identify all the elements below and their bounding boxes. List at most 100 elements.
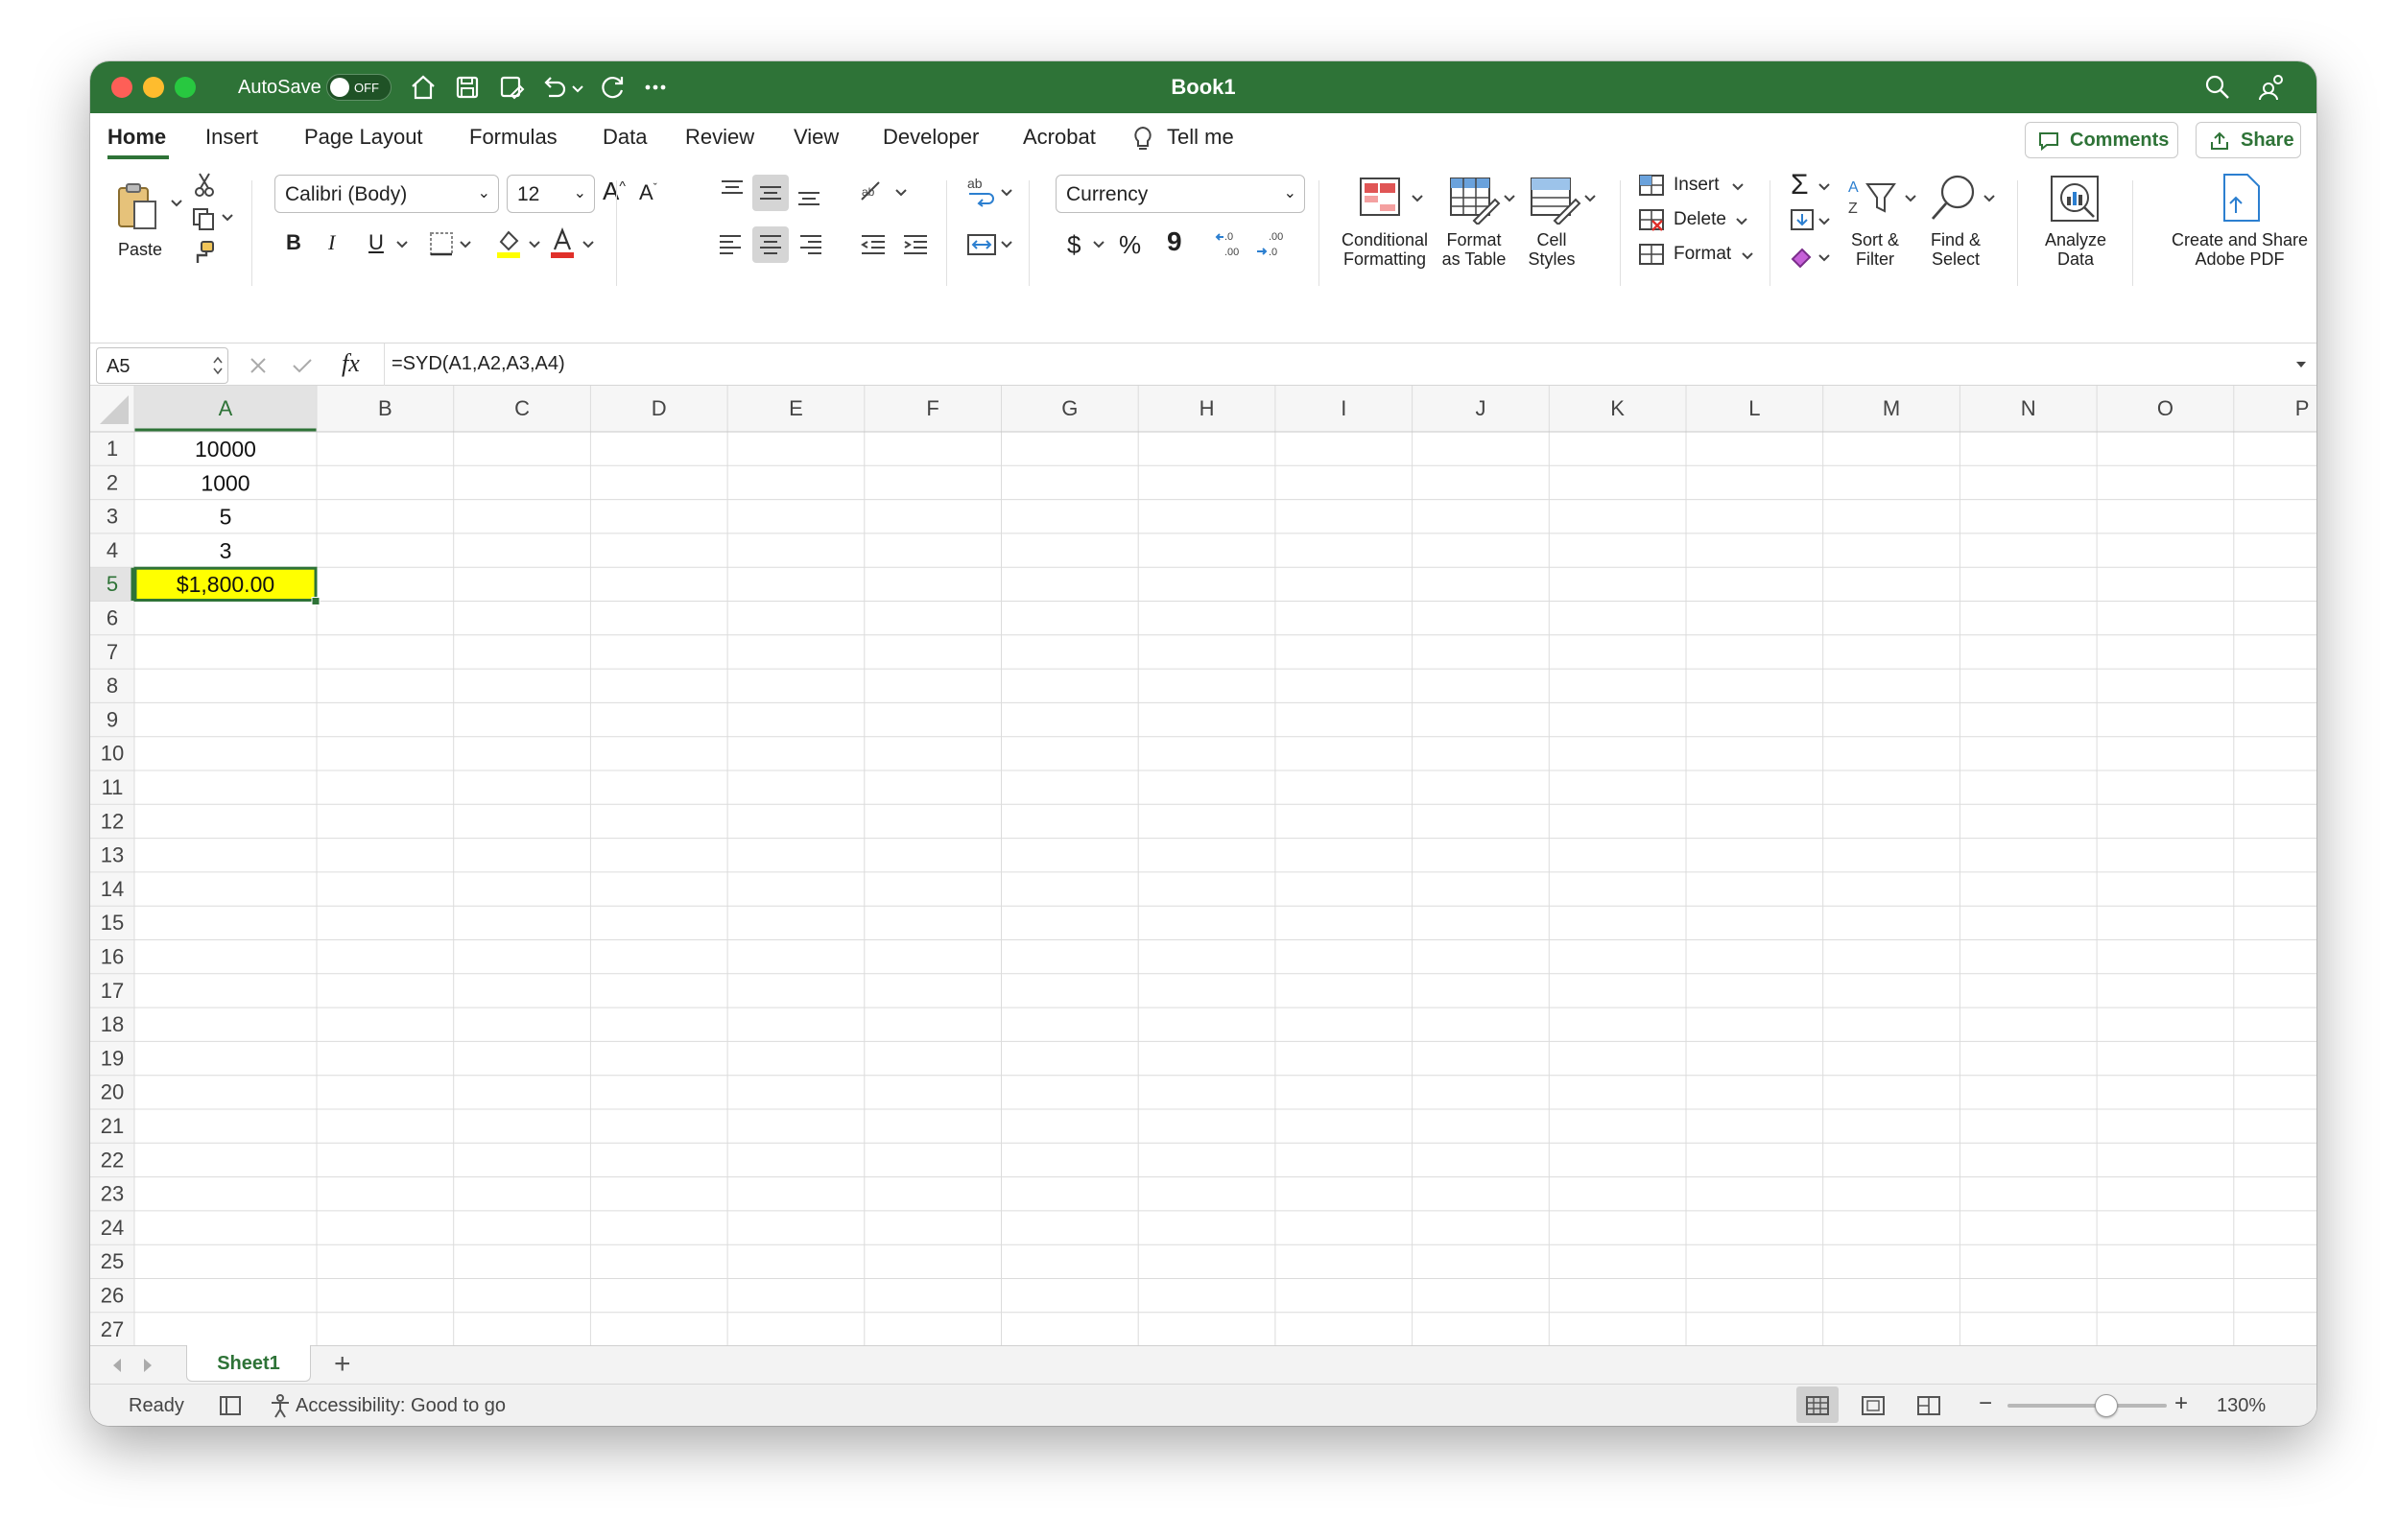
expand-formula-bar-icon[interactable]: [2293, 357, 2309, 372]
page-layout-view-icon[interactable]: [1860, 1394, 1887, 1417]
row-header-20[interactable]: 20: [101, 1080, 124, 1104]
next-sheet-icon[interactable]: [140, 1356, 155, 1375]
tab-formulas[interactable]: Formulas: [469, 125, 558, 150]
row-header-27[interactable]: 27: [101, 1317, 124, 1341]
row-header-11[interactable]: 11: [102, 775, 124, 799]
worksheet-grid[interactable]: A B C D E F G H I J K L M N O P 1 2 3 4 5 6 7 8 9 10 11 12 13 14 15 16 1…: [90, 386, 2316, 1345]
cell-styles-chevron-icon[interactable]: [1583, 192, 1597, 205]
borders-icon[interactable]: [428, 230, 455, 257]
analyze-data-icon[interactable]: [2048, 171, 2103, 226]
accessibility-icon[interactable]: [267, 1392, 294, 1419]
row-header-9[interactable]: 9: [107, 707, 118, 731]
orientation-chevron-icon[interactable]: [894, 186, 908, 200]
tab-insert[interactable]: Insert: [205, 125, 258, 150]
row-header-19[interactable]: 19: [101, 1046, 124, 1070]
row-header-10[interactable]: 10: [101, 742, 124, 766]
percent-style-button[interactable]: %: [1119, 230, 1141, 260]
copy-icon[interactable]: [190, 205, 217, 232]
decrease-indent-icon[interactable]: [858, 230, 891, 259]
orientation-icon[interactable]: ab: [858, 177, 891, 205]
confirm-entry-icon[interactable]: [288, 351, 317, 380]
column-header-j[interactable]: J: [1475, 396, 1485, 420]
increase-indent-icon[interactable]: [900, 230, 933, 259]
underline-chevron-icon[interactable]: [395, 238, 409, 251]
increase-font-size-icon[interactable]: A^: [603, 177, 626, 206]
row-header-16[interactable]: 16: [101, 945, 124, 969]
autosum-chevron-icon[interactable]: [1817, 180, 1831, 194]
column-header-p[interactable]: P: [2295, 396, 2310, 420]
zoom-slider-track[interactable]: [2007, 1404, 2167, 1408]
row-header-14[interactable]: 14: [101, 877, 124, 901]
sort-filter-chevron-icon[interactable]: [1904, 192, 1917, 205]
font-size-select[interactable]: 12 ⌄: [507, 175, 595, 213]
copy-chevron-icon[interactable]: [221, 211, 234, 225]
zoom-in-button[interactable]: +: [2174, 1390, 2188, 1417]
cell-a5[interactable]: $1,800.00: [177, 572, 274, 597]
increase-decimal-icon[interactable]: .0.00: [1215, 228, 1247, 261]
tab-data[interactable]: Data: [603, 125, 647, 150]
autosum-icon[interactable]: Σ: [1791, 169, 1809, 201]
clear-icon[interactable]: [1789, 244, 1816, 269]
row-header-12[interactable]: 12: [101, 809, 124, 833]
row-header-13[interactable]: 13: [101, 843, 124, 867]
row-header-1[interactable]: 1: [107, 437, 118, 461]
underline-button[interactable]: U: [368, 230, 384, 255]
column-header-g[interactable]: G: [1061, 396, 1078, 420]
delete-cells-label[interactable]: Delete: [1674, 209, 1726, 230]
name-box-stepper-icon[interactable]: [212, 354, 224, 377]
zoom-level[interactable]: 130%: [2217, 1395, 2266, 1417]
font-color-chevron-icon[interactable]: [582, 238, 595, 251]
paste-options-chevron-icon[interactable]: [169, 196, 184, 211]
fill-handle[interactable]: [311, 597, 321, 605]
row-header-23[interactable]: 23: [101, 1182, 124, 1206]
column-header-f[interactable]: F: [926, 396, 938, 420]
wrap-text-chevron-icon[interactable]: [1000, 186, 1013, 200]
previous-sheet-icon[interactable]: [109, 1356, 125, 1375]
row-header-21[interactable]: 21: [101, 1114, 124, 1138]
tell-me-search[interactable]: Tell me: [1167, 125, 1234, 150]
wrap-text-icon[interactable]: ab: [965, 175, 998, 207]
row-header-4[interactable]: 4: [107, 538, 118, 562]
fill-color-chevron-icon[interactable]: [528, 238, 541, 251]
tab-review[interactable]: Review: [685, 125, 754, 150]
search-icon[interactable]: [2201, 71, 2234, 104]
number-format-select[interactable]: Currency ⌄: [1056, 175, 1305, 213]
row-header-5[interactable]: 5: [107, 572, 118, 596]
sort-filter-icon[interactable]: AZ: [1846, 175, 1904, 223]
column-header-a[interactable]: A: [219, 396, 233, 420]
normal-view-icon[interactable]: [1804, 1394, 1831, 1417]
bottom-align-icon[interactable]: [795, 180, 823, 209]
column-header-e[interactable]: E: [789, 396, 803, 420]
italic-button[interactable]: I: [328, 230, 335, 255]
middle-align-icon[interactable]: [756, 178, 785, 207]
align-right-icon[interactable]: [796, 230, 825, 259]
decrease-font-size-icon[interactable]: Aˇ: [639, 180, 657, 205]
share-people-icon[interactable]: [2255, 71, 2288, 104]
grid-canvas[interactable]: A B C D E F G H I J K L M N O P123456789101112131415161…: [90, 386, 2316, 1345]
row-header-3[interactable]: 3: [107, 505, 118, 529]
tab-page-layout[interactable]: Page Layout: [304, 125, 423, 150]
row-header-25[interactable]: 25: [101, 1249, 124, 1273]
delete-cells-icon[interactable]: [1637, 207, 1666, 232]
accessibility-status[interactable]: Accessibility: Good to go: [296, 1395, 506, 1417]
name-box[interactable]: A5: [96, 347, 228, 384]
cell-a1[interactable]: 10000: [195, 437, 256, 462]
top-align-icon[interactable]: [718, 177, 747, 205]
cancel-entry-icon[interactable]: [244, 351, 273, 380]
insert-cells-icon[interactable]: [1637, 173, 1666, 198]
row-header-6[interactable]: 6: [107, 606, 118, 630]
conditional-formatting-icon[interactable]: [1355, 175, 1409, 221]
merge-center-icon[interactable]: [965, 230, 998, 259]
column-header-n[interactable]: N: [2021, 396, 2036, 420]
cell-a3[interactable]: 5: [220, 505, 232, 530]
align-left-icon[interactable]: [716, 230, 745, 259]
font-name-select[interactable]: Calibri (Body) ⌄: [274, 175, 499, 213]
row-header-2[interactable]: 2: [107, 470, 118, 494]
tab-developer[interactable]: Developer: [883, 125, 979, 150]
sheet-tab-sheet1[interactable]: Sheet1: [186, 1345, 311, 1382]
column-header-o[interactable]: O: [2157, 396, 2173, 420]
row-header-24[interactable]: 24: [101, 1216, 124, 1240]
column-header-l[interactable]: L: [1748, 396, 1760, 420]
row-header-22[interactable]: 22: [101, 1148, 124, 1172]
decrease-decimal-icon[interactable]: .00.0: [1255, 228, 1288, 261]
